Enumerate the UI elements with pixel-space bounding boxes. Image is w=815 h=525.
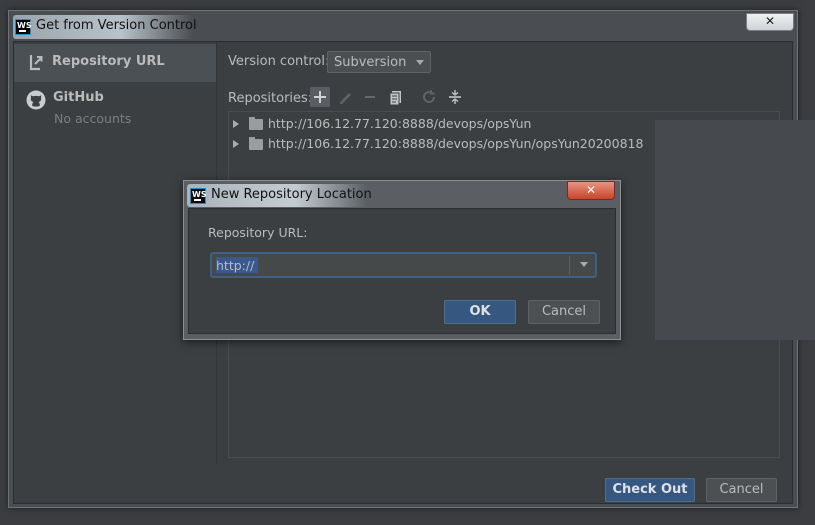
github-icon [26, 90, 46, 110]
folder-icon [249, 117, 263, 130]
chevron-down-icon [416, 60, 424, 65]
github-accounts-status: No accounts [54, 111, 132, 126]
remove-icon [365, 96, 375, 98]
window-title: Get from Version Control [36, 18, 197, 33]
background-overlay [655, 120, 815, 340]
edit-icon [340, 93, 351, 104]
remove-repository-button[interactable] [360, 87, 380, 107]
dialog-title: New Repository Location [211, 187, 372, 202]
browse-icon [389, 91, 401, 106]
repository-url-label: Repository URL: [208, 225, 308, 240]
webstorm-logo-icon: WS [15, 19, 32, 35]
repository-url: http://106.12.77.120:8888/devops/opsYun/… [268, 136, 644, 151]
add-icon [314, 91, 326, 103]
repositories-label: Repositories: [228, 91, 313, 106]
check-out-button[interactable]: Check Out [605, 478, 695, 502]
new-repository-dialog: WS New Repository Location ✕ Repository … [183, 180, 621, 340]
refresh-icon [423, 90, 436, 103]
dialog-close-button[interactable]: ✕ [567, 181, 615, 200]
edit-repository-button[interactable] [335, 87, 355, 107]
ok-button[interactable]: OK [444, 300, 516, 324]
window-close-button[interactable]: ✕ [746, 13, 794, 31]
repository-url-field[interactable] [210, 252, 597, 278]
repository-url: http://106.12.77.120:8888/devops/opsYun [268, 116, 532, 131]
dialog-content: Repository URL: OK Cancel [188, 208, 616, 334]
version-control-value: Subversion [334, 55, 407, 70]
version-control-label: Version control: [228, 54, 330, 69]
webstorm-logo-icon: WS [190, 188, 207, 204]
title-bar: WS Get from Version Control ✕ [9, 11, 797, 41]
sidebar-item-label: Repository URL [52, 54, 165, 69]
repository-url-input[interactable] [216, 256, 564, 274]
sidebar-item-repository-url[interactable]: Repository URL [14, 44, 216, 82]
collapse-icon [449, 90, 461, 104]
vcs-arrow-icon [29, 55, 43, 71]
folder-icon [249, 137, 263, 150]
collapse-all-button[interactable] [445, 87, 465, 107]
dialog-cancel-button[interactable]: Cancel [528, 300, 600, 324]
browse-repository-button[interactable] [386, 87, 406, 107]
add-repository-button[interactable] [310, 87, 330, 107]
chevron-right-icon[interactable] [233, 120, 239, 128]
refresh-button[interactable] [419, 87, 439, 107]
sidebar-item-github[interactable]: GitHub No accounts [14, 86, 216, 132]
chevron-down-icon[interactable] [580, 262, 588, 267]
sidebar-item-label: GitHub [53, 90, 104, 105]
cancel-button[interactable]: Cancel [706, 478, 777, 502]
version-control-select[interactable]: Subversion [327, 51, 431, 73]
chevron-right-icon[interactable] [233, 140, 239, 148]
